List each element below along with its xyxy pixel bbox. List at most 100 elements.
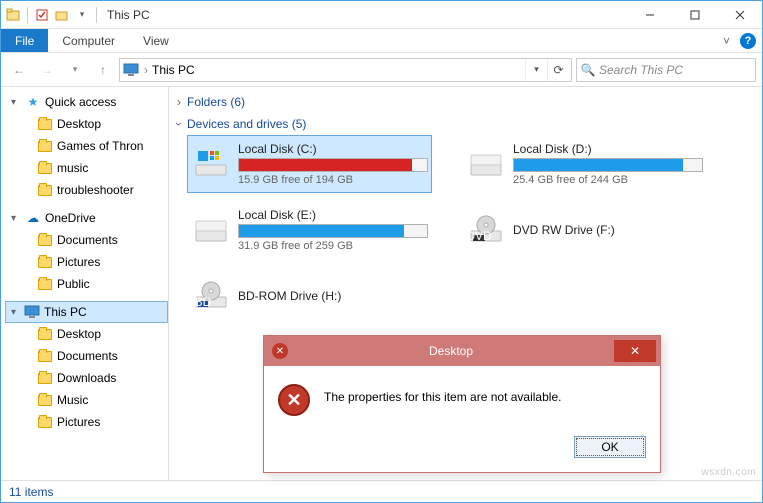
drive-name: Local Disk (C:)	[238, 142, 428, 156]
watermark: wsxdn.com	[701, 467, 756, 478]
chevron-right-icon[interactable]: ›	[177, 95, 181, 109]
group-devices[interactable]: › Devices and drives (5)	[177, 113, 754, 135]
dialog-message: The properties for this item are not ava…	[324, 384, 561, 404]
error-icon: ✕	[278, 384, 310, 416]
qat-dropdown-icon[interactable]: ▾	[74, 7, 90, 23]
quick-access-toolbar: ▾	[5, 7, 99, 23]
search-icon: 🔍	[577, 63, 599, 77]
address-bar[interactable]: › This PC ▾ ⟳	[119, 58, 572, 82]
file-explorer-window: ▾ This PC File Computer View ˅ ? ← → ▾ ↑…	[0, 0, 763, 503]
tree-onedrive[interactable]: ▾ ☁ OneDrive	[5, 207, 168, 229]
folder-icon	[37, 232, 53, 248]
svg-text:BD: BD	[195, 295, 212, 309]
address-history-icon[interactable]: ▾	[525, 59, 547, 81]
capacity-bar	[513, 158, 703, 172]
dialog-titlebar[interactable]: ✕ Desktop ✕	[264, 336, 660, 366]
refresh-icon[interactable]: ⟳	[547, 59, 569, 81]
tree-quick-access[interactable]: ▾ ★ Quick access	[5, 91, 168, 113]
folder-icon	[37, 254, 53, 270]
explorer-icon	[5, 7, 21, 23]
drive-name: Local Disk (D:)	[513, 142, 703, 156]
search-input[interactable]: 🔍 Search This PC	[576, 58, 756, 82]
drive-free-text: 25.4 GB free of 244 GB	[513, 174, 703, 186]
window-controls	[627, 1, 762, 29]
dialog-close-button[interactable]: ✕	[614, 340, 656, 362]
folder-icon	[37, 414, 53, 430]
tab-file[interactable]: File	[1, 29, 48, 52]
tree-item[interactable]: Music	[5, 389, 168, 411]
nav-tree: ▾ ★ Quick access DesktopGames of Thronmu…	[1, 87, 169, 480]
help-icon[interactable]: ?	[740, 33, 756, 49]
maximize-button[interactable]	[672, 1, 717, 29]
drive-item[interactable]: Local Disk (C:) 15.9 GB free of 194 GB	[187, 135, 432, 193]
drive-item[interactable]: Local Disk (E:) 31.9 GB free of 259 GB	[187, 201, 432, 259]
capacity-bar	[238, 158, 428, 172]
tab-view[interactable]: View	[129, 29, 183, 52]
status-text: 11 items	[9, 485, 53, 499]
cloud-icon: ☁	[25, 210, 41, 226]
tree-item[interactable]: Desktop	[5, 113, 168, 135]
recent-dropdown[interactable]: ▾	[63, 58, 87, 82]
folder-icon	[37, 160, 53, 176]
star-icon: ★	[25, 94, 41, 110]
chevron-down-icon[interactable]: ›	[172, 122, 186, 126]
drive-icon	[192, 211, 230, 249]
tree-item[interactable]: Documents	[5, 345, 168, 367]
thispc-icon	[122, 61, 140, 79]
up-button[interactable]: ↑	[91, 58, 115, 82]
ok-button[interactable]: OK	[574, 436, 646, 458]
tree-item[interactable]: Documents	[5, 229, 168, 251]
error-title-icon: ✕	[272, 343, 288, 359]
tree-item[interactable]: Pictures	[5, 251, 168, 273]
status-bar: 11 items	[1, 480, 762, 502]
minimize-button[interactable]	[627, 1, 672, 29]
chevron-down-icon[interactable]: ▾	[11, 307, 21, 318]
back-button[interactable]: ←	[7, 58, 31, 82]
folder-icon	[37, 138, 53, 154]
tab-computer[interactable]: Computer	[48, 29, 129, 52]
forward-button[interactable]: →	[35, 58, 59, 82]
tree-item[interactable]: Games of Thron	[5, 135, 168, 157]
chevron-down-icon[interactable]: ▾	[11, 97, 21, 108]
breadcrumb-segment[interactable]: This PC	[152, 63, 195, 77]
navbar: ← → ▾ ↑ › This PC ▾ ⟳ 🔍 Search This PC	[1, 53, 762, 87]
tree-item[interactable]: Downloads	[5, 367, 168, 389]
close-button[interactable]	[717, 1, 762, 29]
tree-item[interactable]: music	[5, 157, 168, 179]
tree-item[interactable]: Public	[5, 273, 168, 295]
titlebar: ▾ This PC	[1, 1, 762, 29]
drive-item[interactable]: Local Disk (D:) 25.4 GB free of 244 GB	[462, 135, 707, 193]
properties-icon[interactable]	[34, 7, 50, 23]
drive-name: DVD RW Drive (F:)	[513, 223, 702, 237]
new-folder-icon[interactable]	[54, 7, 70, 23]
drive-name: BD-ROM Drive (H:)	[238, 289, 427, 303]
ribbon-expand-icon[interactable]: ˅	[723, 34, 730, 48]
folder-icon	[37, 392, 53, 408]
folder-icon	[37, 276, 53, 292]
drive-icon	[192, 145, 230, 183]
tree-item[interactable]: troubleshooter	[5, 179, 168, 201]
drive-icon: BD	[192, 277, 230, 315]
tree-item[interactable]: Pictures	[5, 411, 168, 433]
search-placeholder: Search This PC	[599, 63, 683, 77]
drive-free-text: 31.9 GB free of 259 GB	[238, 240, 428, 252]
capacity-bar	[238, 224, 428, 238]
drive-name: Local Disk (E:)	[238, 208, 428, 222]
chevron-down-icon[interactable]: ▾	[11, 213, 21, 224]
drive-item[interactable]: DVD DVD RW Drive (F:)	[462, 201, 707, 259]
folder-icon	[37, 326, 53, 342]
folder-icon	[37, 348, 53, 364]
folder-icon	[37, 116, 53, 132]
svg-text:DVD: DVD	[467, 229, 492, 243]
tree-item[interactable]: Desktop	[5, 323, 168, 345]
drive-item[interactable]: BD BD-ROM Drive (H:)	[187, 267, 432, 325]
drive-free-text: 15.9 GB free of 194 GB	[238, 174, 428, 186]
group-folders[interactable]: › Folders (6)	[177, 91, 754, 113]
folder-icon	[37, 370, 53, 386]
tree-this-pc[interactable]: ▾ This PC	[5, 301, 168, 323]
breadcrumb-sep-icon[interactable]: ›	[144, 63, 148, 77]
drive-icon: DVD	[467, 211, 505, 249]
drives-list: Local Disk (C:)15.9 GB free of 194 GBLoc…	[177, 135, 754, 325]
monitor-icon	[24, 304, 40, 320]
drive-icon	[467, 145, 505, 183]
